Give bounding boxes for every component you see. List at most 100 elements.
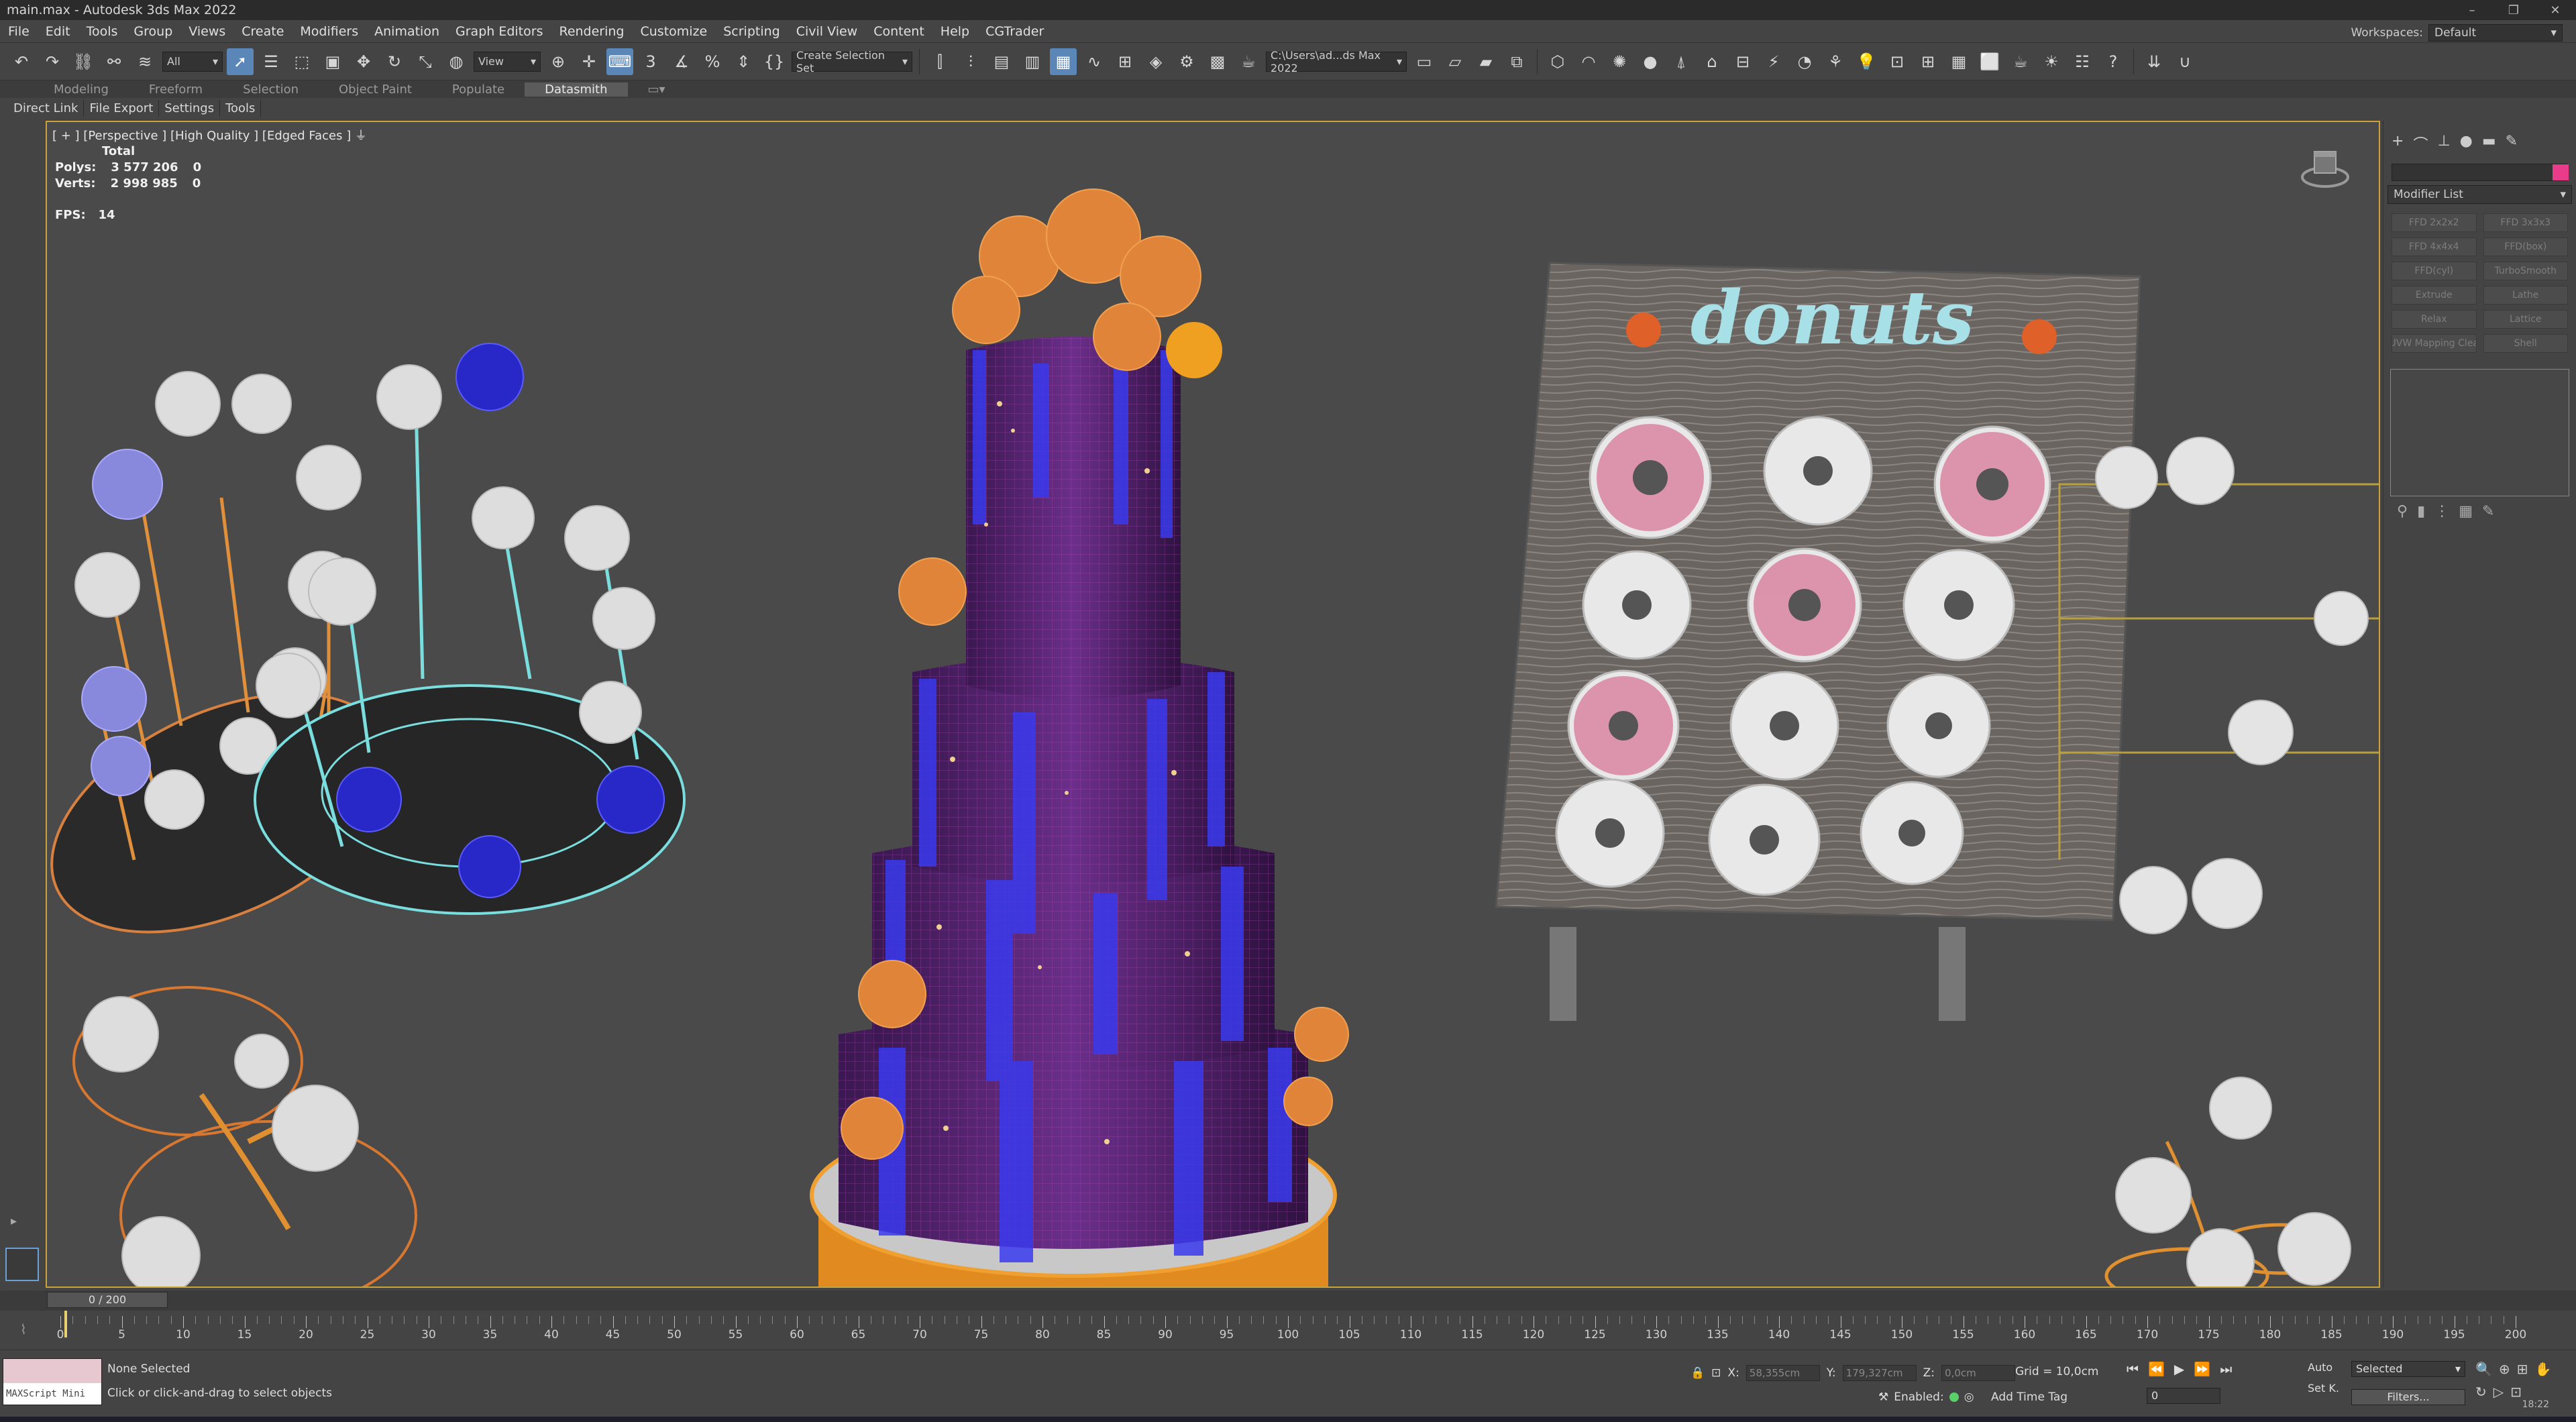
tab-object-paint[interactable]: Object Paint — [319, 83, 432, 97]
spinner-snap-icon[interactable]: ⇕ — [730, 48, 757, 75]
spacewarp-icon[interactable]: ⌂ — [1699, 48, 1725, 75]
add-time-tag[interactable]: Add Time Tag — [1991, 1390, 2068, 1404]
systems-icon[interactable]: ⊟ — [1729, 48, 1756, 75]
viewport-label[interactable]: [ + ] [Perspective ] [High Quality ] [Ed… — [52, 126, 367, 144]
download-icon[interactable]: ⇊ — [2141, 48, 2167, 75]
maximize-viewport-icon[interactable]: ⊡ — [2510, 1384, 2522, 1400]
render-setup-icon[interactable]: ⚙ — [1173, 48, 1200, 75]
viewport-layout-icon[interactable]: ⊞ — [1915, 48, 1941, 75]
modifier-button[interactable]: Extrude — [2392, 286, 2477, 305]
menu-file[interactable]: File — [0, 24, 38, 39]
toggle-ribbon-icon[interactable]: ▥ — [1019, 48, 1046, 75]
create-shape-icon[interactable]: ◠ — [1575, 48, 1602, 75]
tab-selection[interactable]: Selection — [223, 83, 319, 97]
percent-snap-icon[interactable]: % — [699, 48, 726, 75]
menu-customize[interactable]: Customize — [633, 24, 716, 39]
make-unique-icon[interactable]: ⋮ — [2434, 503, 2449, 520]
maxscript-input[interactable]: MAXScript Mini — [3, 1383, 101, 1405]
orbit-icon[interactable]: ↻ — [2475, 1384, 2487, 1400]
align-icon[interactable]: ⫶ — [957, 48, 984, 75]
keyboard-shortcut-icon[interactable]: ⌨ — [606, 48, 633, 75]
restore-button[interactable]: ❐ — [2493, 0, 2534, 20]
key-filter-dropdown[interactable]: Selected ▾ — [2351, 1361, 2465, 1377]
close-button[interactable]: ✕ — [2534, 0, 2576, 20]
magnet-icon[interactable]: ∪ — [2171, 48, 2198, 75]
pan-icon[interactable]: ✋ — [2534, 1361, 2551, 1377]
x-coordinate-field[interactable]: 58,355cm — [1746, 1365, 1820, 1381]
selection-filter-dropdown[interactable]: All ▾ — [162, 51, 223, 72]
ref-coord-dropdown[interactable]: View ▾ — [474, 51, 541, 72]
viewcube-icon[interactable] — [2298, 142, 2352, 196]
object-name-field[interactable] — [2392, 164, 2569, 181]
modifier-button[interactable]: FFD(cyl) — [2392, 262, 2477, 280]
scene-explorer-icon[interactable]: ▦ — [1050, 48, 1077, 75]
show-end-result-icon[interactable]: ▮ — [2417, 503, 2425, 520]
tab-modeling[interactable]: Modeling — [34, 83, 129, 97]
zoom-icon[interactable]: 🔍 — [2475, 1361, 2492, 1377]
zoom-extents-icon[interactable]: ⊞ — [2517, 1361, 2528, 1377]
modifier-button[interactable]: FFD 2x2x2 — [2392, 213, 2477, 232]
menu-content[interactable]: Content — [865, 24, 932, 39]
tab-freeform[interactable]: Freeform — [129, 83, 223, 97]
teapot-icon[interactable]: ☕ — [2007, 48, 2034, 75]
selection-set-dropdown[interactable]: Create Selection Set ▾ — [792, 49, 912, 74]
y-coordinate-field[interactable]: 179,327cm — [1842, 1365, 1917, 1381]
modifier-button[interactable]: FFD 4x4x4 — [2392, 237, 2477, 256]
display-floater-icon[interactable]: ⊡ — [1884, 48, 1911, 75]
redo-icon[interactable]: ↷ — [39, 48, 66, 75]
zoom-all-icon[interactable]: ⊕ — [2499, 1361, 2510, 1377]
motion-tab-icon[interactable]: ● — [2460, 133, 2473, 154]
project-path-dropdown[interactable]: C:\Users\ad...ds Max 2022 ▾ — [1266, 49, 1407, 74]
subtab-tools[interactable]: Tools — [220, 99, 262, 117]
edit-named-sets-icon[interactable]: {} — [761, 48, 788, 75]
subtab-settings[interactable]: Settings — [159, 99, 221, 117]
absolute-mode-icon[interactable]: ⊡ — [1711, 1366, 1721, 1380]
curve-editor-icon[interactable]: ∿ — [1081, 48, 1108, 75]
subtab-direct-link[interactable]: Direct Link — [8, 99, 85, 117]
open-file-icon[interactable]: ▱ — [1442, 48, 1468, 75]
track-bar[interactable]: ⌇ 0 5 10 15 20 25 30 35 40 45 50 55 60 65 70 75 80 85 90 95… — [0, 1311, 2576, 1350]
set-key-button[interactable]: Set K. — [2308, 1382, 2339, 1394]
menu-cgtrader[interactable]: CGTrader — [977, 24, 1052, 39]
create-light-icon[interactable]: ✺ — [1606, 48, 1633, 75]
maxscript-output[interactable] — [3, 1359, 101, 1383]
sun-icon[interactable]: ☀ — [2038, 48, 2065, 75]
viewport-icon[interactable]: ⬜ — [1976, 48, 2003, 75]
time-slider[interactable]: 0 / 200 — [0, 1291, 2576, 1311]
menu-modifiers[interactable]: Modifiers — [292, 24, 366, 39]
menu-animation[interactable]: Animation — [366, 24, 447, 39]
time-config-icon[interactable]: ◎ — [1964, 1390, 1974, 1404]
auto-key-button[interactable]: Auto — [2308, 1361, 2339, 1374]
rendered-frame-icon[interactable]: ▩ — [1204, 48, 1231, 75]
select-object-icon[interactable]: ➚ — [227, 48, 254, 75]
next-frame-icon[interactable]: ⏩ — [2194, 1361, 2210, 1377]
expand-arrow-icon[interactable]: ▸ — [11, 1214, 17, 1228]
enabled-indicator[interactable] — [1949, 1392, 1959, 1402]
key-filters-button[interactable]: Filters... — [2351, 1389, 2465, 1405]
menu-tools[interactable]: Tools — [78, 24, 126, 39]
modifier-button[interactable]: Shell — [2483, 334, 2568, 353]
project-folder-icon[interactable]: ▭ — [1411, 48, 1438, 75]
object-color-swatch[interactable] — [2553, 164, 2569, 180]
ribbon-options-icon[interactable]: ▭▾ — [628, 83, 686, 97]
bind-spacewarp-icon[interactable]: ≋ — [131, 48, 158, 75]
menu-views[interactable]: Views — [180, 24, 233, 39]
field-of-view-icon[interactable]: ▷ — [2493, 1384, 2504, 1400]
create-tab-icon[interactable]: + — [2392, 133, 2404, 154]
place-icon[interactable]: ◍ — [443, 48, 470, 75]
menu-graph-editors[interactable]: Graph Editors — [447, 24, 551, 39]
maxscript-listener[interactable]: MAXScript Mini — [3, 1358, 102, 1405]
rotate-icon[interactable]: ↻ — [381, 48, 408, 75]
menu-rendering[interactable]: Rendering — [551, 24, 632, 39]
menu-edit[interactable]: Edit — [38, 24, 78, 39]
display-tab-icon[interactable]: ▬ — [2482, 133, 2496, 154]
grid-icon[interactable]: ▦ — [1945, 48, 1972, 75]
remove-modifier-icon[interactable]: ▦ — [2459, 503, 2473, 520]
menu-help[interactable]: Help — [932, 24, 977, 39]
hair-icon[interactable]: ⚘ — [1822, 48, 1849, 75]
angle-snap-icon[interactable]: ∡ — [668, 48, 695, 75]
menu-civil-view[interactable]: Civil View — [788, 24, 865, 39]
lock-selection-icon[interactable]: 🔒 — [1690, 1366, 1705, 1380]
create-camera-icon[interactable]: ● — [1637, 48, 1664, 75]
particle-icon[interactable]: ⚡ — [1760, 48, 1787, 75]
